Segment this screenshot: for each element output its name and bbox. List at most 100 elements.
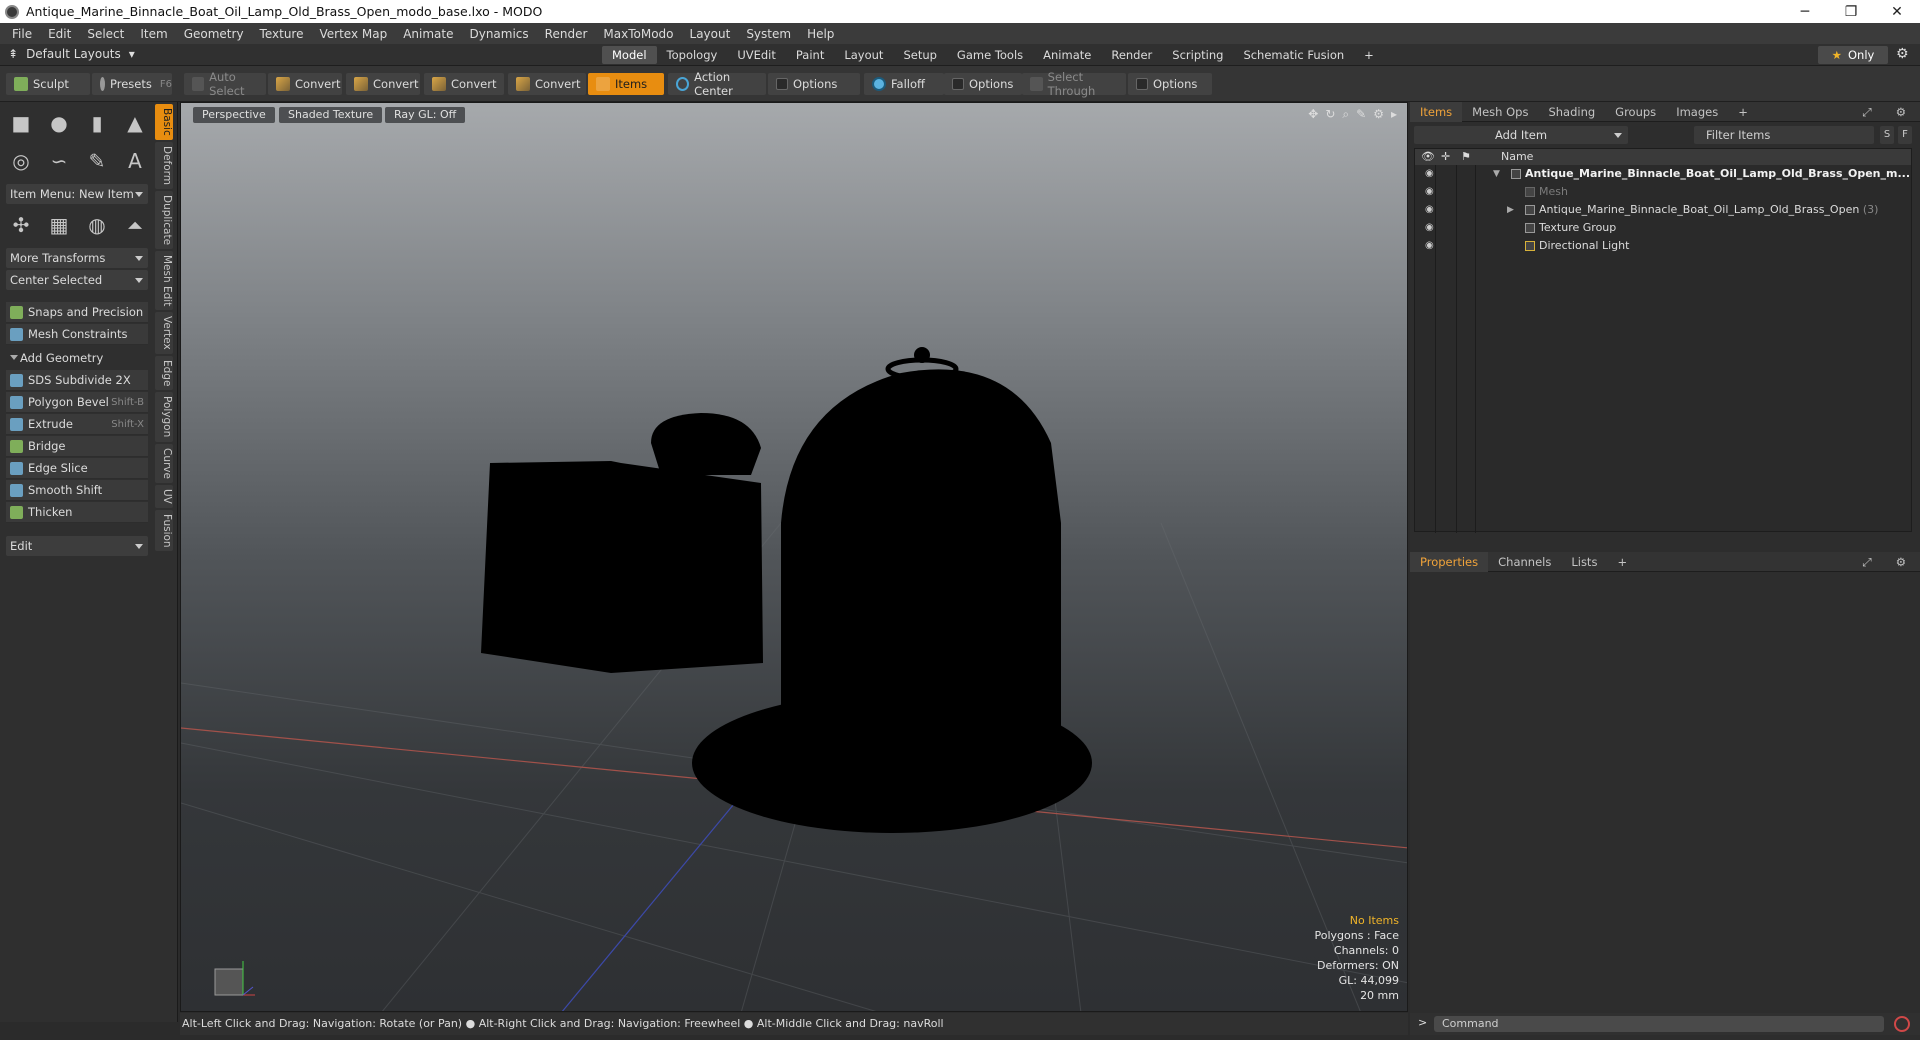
add-tab-button[interactable]: + — [1607, 552, 1637, 572]
rotate-view-icon[interactable]: ↻ — [1325, 107, 1335, 122]
add-geometry-section[interactable]: Add Geometry — [6, 348, 148, 368]
falloff-options-button[interactable]: Options — [944, 73, 1022, 95]
only-button[interactable]: ★ Only — [1818, 46, 1888, 64]
list-item[interactable]: ◉ Mesh — [1415, 183, 1911, 201]
expand-arrow-icon[interactable]: ▸ — [1391, 107, 1397, 122]
camera-frustum-icon[interactable]: ⏶ — [120, 210, 150, 240]
gear-icon[interactable]: ⚙ — [1886, 102, 1916, 122]
gear-icon[interactable]: ⚙ — [1886, 552, 1916, 572]
add-item-dropdown[interactable]: Add Item — [1414, 126, 1628, 144]
vtab-curve[interactable]: Curve — [155, 443, 173, 483]
3d-viewport[interactable]: Perspective Shaded Texture Ray GL: Off ✥… — [180, 102, 1408, 1012]
smooth-shift-button[interactable]: Smooth Shift — [6, 480, 148, 501]
tab-channels[interactable]: Channels — [1488, 552, 1561, 572]
menu-system[interactable]: System — [738, 27, 799, 41]
locator-icon[interactable]: ✣ — [6, 210, 36, 240]
menu-maxtomodo[interactable]: MaxToModo — [595, 27, 681, 41]
tab-paint[interactable]: Paint — [786, 46, 834, 64]
visibility-eye-icon[interactable]: ◉ — [1425, 219, 1434, 237]
add-tab-button[interactable]: + — [1728, 102, 1758, 122]
falloff-button[interactable]: Falloff — [864, 73, 944, 95]
move-view-icon[interactable]: ✥ — [1308, 107, 1318, 122]
visibility-eye-icon[interactable]: ◉ — [1425, 201, 1434, 219]
cube-icon[interactable]: ■ — [6, 108, 36, 138]
convert-vertices-button[interactable]: Convert — [268, 73, 342, 95]
cone-icon[interactable]: ▲ — [120, 108, 150, 138]
extrude-button[interactable]: Extrude Shift-X — [6, 414, 148, 435]
zoom-icon[interactable]: ⌕ — [1342, 107, 1349, 122]
maximize-button[interactable]: ❐ — [1828, 0, 1874, 23]
vtab-basic[interactable]: Basic — [155, 104, 173, 140]
vtab-duplicate[interactable]: Duplicate — [155, 190, 173, 249]
tab-items[interactable]: Items — [1410, 101, 1463, 122]
more-transforms-dropdown[interactable]: More Transforms — [6, 248, 148, 268]
items-mode-button[interactable]: Items — [588, 73, 664, 95]
filter-s-button[interactable]: S — [1880, 126, 1894, 144]
record-macro-icon[interactable] — [1894, 1016, 1910, 1032]
vtab-vertex[interactable]: Vertex — [155, 312, 173, 354]
menu-vertex-map[interactable]: Vertex Map — [311, 27, 395, 41]
menu-item[interactable]: Item — [132, 27, 175, 41]
tab-schematic-fusion[interactable]: Schematic Fusion — [1233, 46, 1354, 64]
select-options-button[interactable]: Options — [1128, 73, 1212, 95]
edge-slice-button[interactable]: Edge Slice — [6, 458, 148, 479]
sphere-icon[interactable]: ● — [44, 108, 74, 138]
tab-groups[interactable]: Groups — [1605, 102, 1666, 122]
menu-texture[interactable]: Texture — [252, 27, 312, 41]
tab-mesh-ops[interactable]: Mesh Ops — [1462, 102, 1538, 122]
tab-uvedit[interactable]: UVEdit — [727, 46, 786, 64]
list-item[interactable]: ◉ Directional Light — [1415, 237, 1911, 255]
sds-subdivide-button[interactable]: SDS Subdivide 2X — [6, 370, 148, 391]
visibility-eye-icon[interactable]: ◉ — [1425, 165, 1434, 183]
vtab-edge[interactable]: Edge — [155, 355, 173, 391]
grid-icon[interactable]: ▦ — [44, 210, 74, 240]
cylinder-icon[interactable]: ▮ — [82, 108, 112, 138]
name-column-header[interactable]: Name — [1501, 149, 1533, 165]
torus-icon[interactable]: ◎ — [6, 146, 36, 176]
auto-select-button[interactable]: Auto Select — [184, 70, 266, 98]
item-menu-dropdown[interactable]: Item Menu: New Item — [6, 184, 148, 204]
menu-dynamics[interactable]: Dynamics — [461, 27, 536, 41]
expand-arrow-icon[interactable]: ▼ — [1493, 165, 1500, 183]
menu-animate[interactable]: Animate — [395, 27, 461, 41]
expand-icon[interactable]: ⤢ — [1852, 552, 1881, 572]
tube-icon[interactable]: ∽ — [44, 146, 74, 176]
tab-render[interactable]: Render — [1101, 46, 1162, 64]
close-button[interactable]: ✕ — [1874, 0, 1920, 23]
convert-edges-button[interactable]: Convert — [346, 73, 420, 95]
thicken-button[interactable]: Thicken — [6, 502, 148, 523]
edit-dropdown[interactable]: Edit — [6, 536, 148, 556]
tab-setup[interactable]: Setup — [893, 46, 946, 64]
presets-button[interactable]: Presets F6 — [92, 73, 172, 95]
paint-icon[interactable]: ✎ — [1356, 107, 1366, 122]
action-center-button[interactable]: Action Center — [668, 70, 766, 98]
snaps-precision-button[interactable]: Snaps and Precision — [6, 302, 148, 323]
filter-items-input[interactable]: Filter Items — [1694, 126, 1874, 144]
text-icon[interactable]: A — [120, 146, 150, 176]
expand-icon[interactable]: ⤢ — [1852, 102, 1881, 122]
visibility-eye-icon[interactable]: ◉ — [1425, 183, 1434, 201]
tab-animate[interactable]: Animate — [1033, 46, 1101, 64]
menu-help[interactable]: Help — [799, 27, 842, 41]
menu-layout[interactable]: Layout — [682, 27, 739, 41]
tab-lists[interactable]: Lists — [1561, 552, 1607, 572]
polygon-bevel-button[interactable]: Polygon Bevel Shift-B — [6, 392, 148, 413]
vtab-polygon[interactable]: Polygon — [155, 392, 173, 442]
bridge-button[interactable]: Bridge — [6, 436, 148, 457]
filter-f-button[interactable]: F — [1898, 126, 1912, 144]
raygl-button[interactable]: Ray GL: Off — [385, 107, 466, 123]
command-input[interactable]: Command — [1434, 1016, 1884, 1032]
center-selected-dropdown[interactable]: Center Selected — [6, 270, 148, 290]
perspective-button[interactable]: Perspective — [193, 107, 275, 123]
tab-topology[interactable]: Topology — [657, 46, 728, 64]
expand-arrow-icon[interactable]: ▶ — [1507, 201, 1514, 219]
layout-collapse-icon[interactable]: ⇞ — [8, 47, 18, 61]
vtab-uv[interactable]: UV — [155, 484, 173, 508]
list-item[interactable]: ◉ ▼ Antique_Marine_Binnacle_Boat_Oil_Lam… — [1415, 165, 1911, 183]
mesh-constraints-button[interactable]: Mesh Constraints — [6, 324, 148, 345]
tab-game-tools[interactable]: Game Tools — [947, 46, 1033, 64]
list-item[interactable]: ◉ Texture Group — [1415, 219, 1911, 237]
layout-selector[interactable]: ⇞ Default Layouts ▾ — [8, 47, 135, 61]
tab-shading[interactable]: Shading — [1538, 102, 1605, 122]
convert-items-button[interactable]: Convert — [508, 73, 586, 95]
